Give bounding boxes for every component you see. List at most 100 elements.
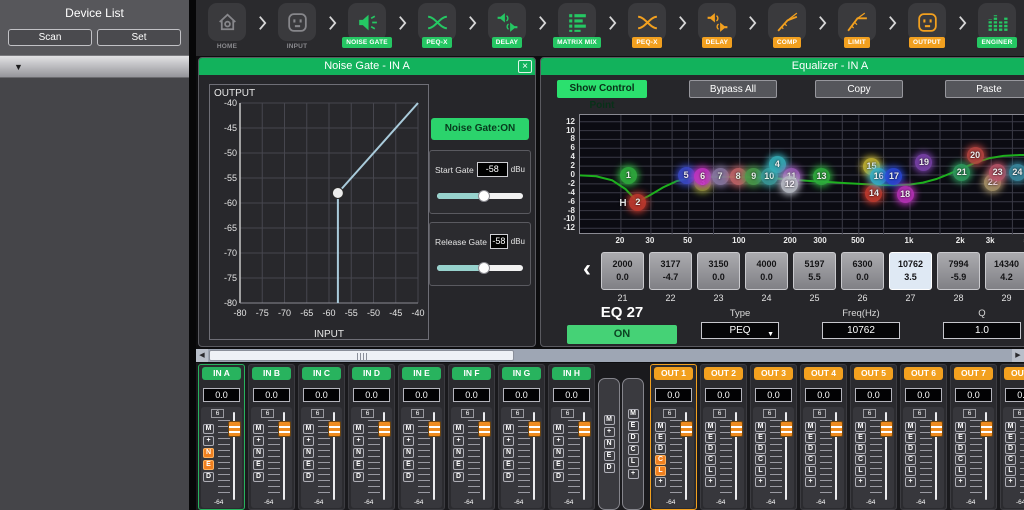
eq-point-9[interactable]: 9 <box>745 168 762 185</box>
fader-handle[interactable] <box>830 421 843 437</box>
strip-button-m[interactable]: M <box>253 424 264 434</box>
fader-handle[interactable] <box>278 421 291 437</box>
eq-point-17[interactable]: 17 <box>885 168 902 185</box>
eq-point-1[interactable]: 1 <box>620 167 637 184</box>
channel-label[interactable]: IN G <box>502 367 541 380</box>
fader-handle[interactable] <box>880 421 893 437</box>
strip-button-m[interactable]: M <box>755 422 766 432</box>
slider-thumb[interactable] <box>478 190 490 202</box>
strip-button-e[interactable]: E <box>755 433 766 443</box>
strip-button-d[interactable]: D <box>855 444 866 454</box>
strip-button-d[interactable]: D <box>655 444 666 454</box>
strip-button-e[interactable]: E <box>705 433 716 443</box>
eq-point-13[interactable]: 13 <box>813 168 830 185</box>
master-button-d[interactable]: D <box>604 463 615 473</box>
eq-point-23[interactable]: 23 <box>989 164 1006 181</box>
strip-button-plus[interactable]: + <box>353 436 364 446</box>
strip-button-e[interactable]: E <box>303 460 314 470</box>
channel-strip-in-d[interactable]: IN D0.06M+NED-64 <box>348 364 395 510</box>
horizontal-scrollbar[interactable]: ◀ ▶ <box>196 349 1024 362</box>
band-on-button[interactable]: ON <box>567 325 677 344</box>
toolbar-item-peq-x[interactable]: PEQ-X <box>407 3 467 48</box>
paste-button[interactable]: Paste <box>945 80 1024 98</box>
strip-button-n[interactable]: N <box>403 448 414 458</box>
channel-gain-value[interactable]: 0.0 <box>755 388 792 402</box>
strip-button-c[interactable]: C <box>805 455 816 465</box>
strip-button-d[interactable]: D <box>905 444 916 454</box>
channel-gain-value[interactable]: 0.0 <box>303 388 340 402</box>
master-button-plus[interactable]: + <box>604 427 615 437</box>
strip-button-d[interactable]: D <box>755 444 766 454</box>
strip-button-m[interactable]: M <box>1005 422 1016 432</box>
channel-label[interactable]: OUT 6 <box>904 367 943 380</box>
fader-handle[interactable] <box>980 421 993 437</box>
strip-button-plus[interactable]: + <box>705 477 716 487</box>
strip-button-plus[interactable]: + <box>253 436 264 446</box>
eq-point-12[interactable]: 12 <box>781 176 798 193</box>
strip-button-plus[interactable]: + <box>403 436 414 446</box>
channel-label[interactable]: OUT 7 <box>954 367 993 380</box>
channel-gain-value[interactable]: 0.0 <box>855 388 892 402</box>
strip-button-m[interactable]: M <box>203 424 214 434</box>
channel-strip-in-c[interactable]: IN C0.06M+NED-64 <box>298 364 345 510</box>
master-button-e[interactable]: E <box>604 451 615 461</box>
fader-handle[interactable] <box>528 421 541 437</box>
master-button-e[interactable]: E <box>628 421 639 431</box>
master-button-m[interactable]: M <box>628 409 639 419</box>
strip-button-l[interactable]: L <box>1005 466 1016 476</box>
strip-button-n[interactable]: N <box>503 448 514 458</box>
scroll-right-icon[interactable]: ▶ <box>1012 349 1024 362</box>
fader-handle[interactable] <box>780 421 793 437</box>
master-button-l[interactable]: L <box>628 457 639 467</box>
toolbar-item-matrix-mix[interactable]: MATRIX MIX <box>547 3 607 48</box>
channel-strip-out-5[interactable]: OUT 50.06MEDCL+-64 <box>850 364 897 510</box>
strip-button-l[interactable]: L <box>805 466 816 476</box>
strip-button-plus[interactable]: + <box>1005 477 1016 487</box>
strip-button-plus[interactable]: + <box>655 477 666 487</box>
toolbar-item-limit[interactable]: LIMIT <box>827 3 887 48</box>
strip-button-m[interactable]: M <box>855 422 866 432</box>
toolbar-item-enginer[interactable]: ENGINER <box>967 3 1024 48</box>
channel-gain-value[interactable]: 0.0 <box>1005 388 1024 402</box>
eq-point-21[interactable]: 21 <box>953 164 970 181</box>
eq-band-cell[interactable]: 143404.2 <box>985 252 1024 290</box>
master-button-c[interactable]: C <box>628 445 639 455</box>
fader-handle[interactable] <box>228 421 241 437</box>
channel-gain-value[interactable]: 0.0 <box>655 388 692 402</box>
channel-gain-value[interactable]: 0.0 <box>905 388 942 402</box>
strip-button-plus[interactable]: + <box>755 477 766 487</box>
toolbar-item-noise-gate[interactable]: NOISE GATE <box>337 3 397 48</box>
eq-band-cell[interactable]: 31500.0 <box>697 252 740 290</box>
strip-button-d[interactable]: D <box>353 472 364 482</box>
strip-button-c[interactable]: C <box>855 455 866 465</box>
strip-button-e[interactable]: E <box>453 460 464 470</box>
strip-button-m[interactable]: M <box>805 422 816 432</box>
strip-button-d[interactable]: D <box>705 444 716 454</box>
strip-button-m[interactable]: M <box>905 422 916 432</box>
strip-button-l[interactable]: L <box>705 466 716 476</box>
fader-handle[interactable] <box>328 421 341 437</box>
eq-band-cell[interactable]: 3177-4.7 <box>649 252 692 290</box>
scrollbar-thumb[interactable] <box>209 350 514 361</box>
fader-handle[interactable] <box>428 421 441 437</box>
noise-gate-on-button[interactable]: Noise Gate:ON <box>431 118 529 140</box>
strip-button-plus[interactable]: + <box>453 436 464 446</box>
eq-point-24[interactable]: 24 <box>1009 164 1024 181</box>
channel-label[interactable]: IN B <box>252 367 291 380</box>
channel-label[interactable]: OUT 5 <box>854 367 893 380</box>
strip-button-m[interactable]: M <box>705 422 716 432</box>
channel-strip-out-6[interactable]: OUT 60.06MEDCL+-64 <box>900 364 947 510</box>
set-button[interactable]: Set <box>97 29 181 46</box>
eq-band-cell[interactable]: 7994-5.9 <box>937 252 980 290</box>
strip-button-plus[interactable]: + <box>503 436 514 446</box>
toolbar-item-peq-x[interactable]: PEQ-X <box>617 3 677 48</box>
strip-button-n[interactable]: N <box>253 448 264 458</box>
strip-button-m[interactable]: M <box>553 424 564 434</box>
toolbar-item-comp[interactable]: COMP <box>757 3 817 48</box>
eq-point-8[interactable]: 8 <box>730 168 747 185</box>
channel-strip-out-8[interactable]: OUT 80.06MEDCL+-64 <box>1000 364 1024 510</box>
strip-button-d[interactable]: D <box>403 472 414 482</box>
strip-button-e[interactable]: E <box>655 433 666 443</box>
strip-button-plus[interactable]: + <box>905 477 916 487</box>
channel-strip-in-g[interactable]: IN G0.06M+NED-64 <box>498 364 545 510</box>
